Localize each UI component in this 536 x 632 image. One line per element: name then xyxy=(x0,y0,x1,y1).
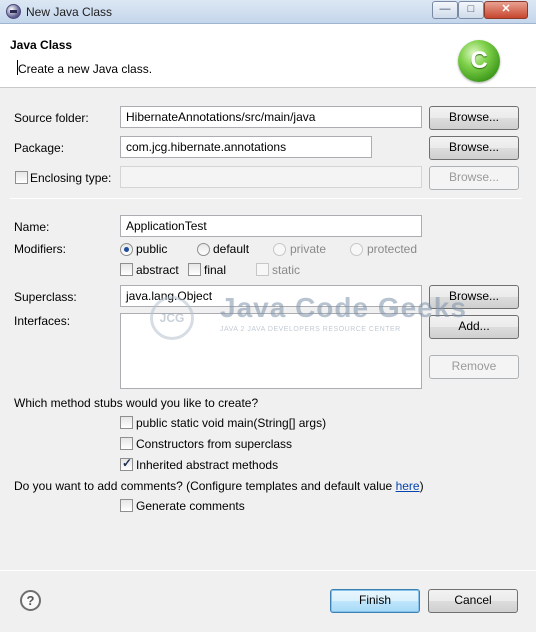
java-class-c-icon: C xyxy=(458,40,500,82)
source-folder-label: Source folder: xyxy=(14,111,89,125)
public-radio[interactable] xyxy=(120,243,133,256)
main-method-checkbox[interactable] xyxy=(120,416,133,429)
private-radio-label: private xyxy=(290,242,327,256)
enclosing-type-label: Enclosing type: xyxy=(30,171,112,185)
package-field[interactable]: com.jcg.hibernate.annotations xyxy=(120,136,372,158)
static-checkbox[interactable] xyxy=(256,263,269,276)
enclosing-type-checkbox[interactable] xyxy=(15,171,28,184)
generate-comments-checkbox[interactable] xyxy=(120,499,133,512)
final-checkbox[interactable] xyxy=(188,263,201,276)
constructors-checkbox[interactable] xyxy=(120,437,133,450)
source-folder-field[interactable]: HibernateAnnotations/src/main/java xyxy=(120,106,422,128)
finish-button[interactable]: Finish xyxy=(330,589,420,613)
remove-interface-button[interactable]: Remove xyxy=(429,355,519,379)
static-label: static xyxy=(272,263,301,277)
protected-radio-label: protected xyxy=(367,242,418,256)
method-stubs-question: Which method stubs would you like to cre… xyxy=(14,396,259,410)
eclipse-app-icon xyxy=(6,4,21,19)
modifiers-label: Modifiers: xyxy=(14,242,67,256)
maximize-button[interactable]: □ xyxy=(458,1,484,19)
abstract-checkbox[interactable] xyxy=(120,263,133,276)
wizard-header xyxy=(0,24,536,88)
class-name-field[interactable]: ApplicationTest xyxy=(120,215,422,237)
page-title: Java Class xyxy=(10,38,73,52)
inherited-abstract-label: Inherited abstract methods xyxy=(136,458,279,472)
watermark-title: Java Code Geeks xyxy=(220,292,467,323)
constructors-label: Constructors from superclass xyxy=(136,437,293,451)
jcg-logo-icon: JCG xyxy=(150,296,194,340)
minimize-button[interactable]: — xyxy=(432,1,458,19)
default-radio-label: default xyxy=(213,242,250,256)
footer-divider xyxy=(0,570,536,571)
package-label: Package: xyxy=(14,141,65,155)
superclass-label: Superclass: xyxy=(14,290,77,304)
comments-question: Do you want to add comments? (Configure … xyxy=(14,479,424,493)
watermark-subtitle: JAVA 2 JAVA DEVELOPERS RESOURCE CENTER xyxy=(220,326,401,333)
page-description: Create a new Java class. xyxy=(18,62,153,76)
protected-radio[interactable] xyxy=(350,243,363,256)
interfaces-label: Interfaces: xyxy=(14,314,71,328)
comments-question-end: ) xyxy=(419,479,424,493)
comments-question-text: Do you want to add comments? (Configure … xyxy=(14,479,396,493)
abstract-label: abstract xyxy=(136,263,179,277)
generate-comments-label: Generate comments xyxy=(136,499,245,513)
final-label: final xyxy=(204,263,227,277)
cancel-button[interactable]: Cancel xyxy=(428,589,518,613)
window-title: New Java Class xyxy=(26,5,113,19)
enclosing-type-browse-button[interactable]: Browse... xyxy=(429,166,519,190)
default-radio[interactable] xyxy=(197,243,210,256)
enclosing-type-field[interactable] xyxy=(120,166,422,188)
help-icon[interactable]: ? xyxy=(20,590,41,611)
private-radio[interactable] xyxy=(273,243,286,256)
name-label: Name: xyxy=(14,220,50,234)
source-folder-browse-button[interactable]: Browse... xyxy=(429,106,519,130)
close-button[interactable]: ✕ xyxy=(484,1,528,19)
public-radio-label: public xyxy=(136,242,168,256)
section-divider xyxy=(10,198,522,199)
inherited-abstract-checkbox[interactable] xyxy=(120,456,133,471)
main-method-label: public static void main(String[] args) xyxy=(136,416,327,430)
package-browse-button[interactable]: Browse... xyxy=(429,136,519,160)
watermark: JCG Java Code Geeks JAVA 2 JAVA DEVELOPE… xyxy=(150,292,466,352)
configure-templates-link[interactable]: here xyxy=(396,479,420,493)
